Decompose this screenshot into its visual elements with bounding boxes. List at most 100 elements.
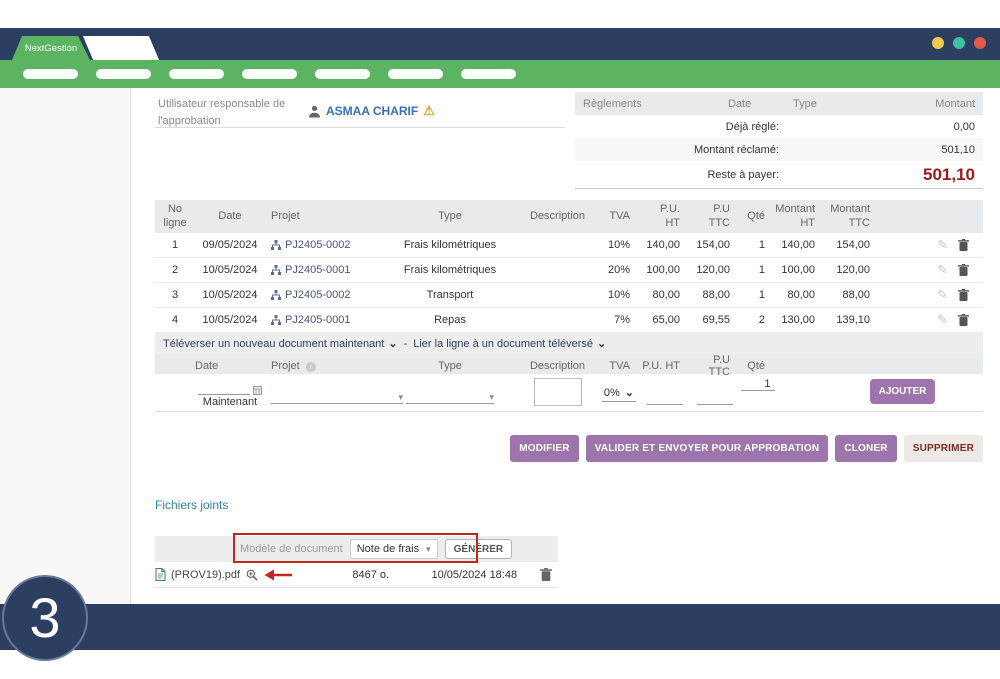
nav-item-placeholder[interactable] — [461, 69, 516, 79]
type-select[interactable]: ▾ — [406, 388, 494, 404]
cell-date: 10/05/2024 — [195, 283, 265, 307]
cell-tva: 7% — [595, 308, 640, 332]
new-line-form: Maintenant ▾ ▾ 0% ⌄ 1 — [155, 374, 983, 412]
reglements-col-type: Type — [785, 98, 880, 110]
ghost-tab[interactable] — [83, 36, 159, 60]
cell-date: 10/05/2024 — [195, 308, 265, 332]
delete-icon[interactable] — [958, 289, 969, 301]
col-date: Date — [195, 360, 265, 372]
brand-tab[interactable]: NextGestion — [12, 36, 90, 60]
template-value: Note de frais — [357, 543, 419, 555]
cell-description — [520, 308, 595, 332]
summary-value-total: 501,10 — [787, 165, 983, 185]
nav-item-placeholder[interactable] — [388, 69, 443, 79]
col-description: Description — [520, 360, 595, 372]
tva-select[interactable]: 0% ⌄ — [602, 386, 636, 402]
project-link[interactable]: PJ2405-0002 — [285, 289, 350, 301]
attachment-date: 10/05/2024 18:48 — [389, 569, 517, 581]
delete-icon[interactable] — [958, 314, 969, 326]
main-actions: MODIFIER VALIDER ET ENVOYER POUR APPROBA… — [510, 435, 983, 462]
window-controls — [932, 37, 986, 49]
generate-button[interactable]: GÉNÉRER — [445, 539, 512, 559]
nav-item-placeholder[interactable] — [23, 69, 78, 79]
tva-field: 0% ⌄ — [595, 374, 640, 402]
date-input[interactable] — [198, 380, 250, 395]
upload-new-document-toggle[interactable]: Téléverser un nouveau document maintenan… — [163, 337, 398, 350]
col-qte: Qté — [740, 360, 775, 372]
attachment-link[interactable]: (PROV19).pdf — [171, 569, 240, 581]
cell-qte: 1 — [740, 258, 775, 282]
edit-icon[interactable]: ✎ — [937, 312, 948, 328]
link-document-toggle[interactable]: Lier la ligne à un document téléversé ⌄ — [413, 337, 606, 350]
description-textarea[interactable] — [534, 378, 582, 406]
step-number: 3 — [29, 590, 60, 646]
col-montant-ht: Montant HT — [775, 200, 825, 233]
sidebar — [0, 88, 131, 604]
cell-actions: ✎ — [880, 283, 983, 307]
cell-actions: ✎ — [880, 308, 983, 332]
cell-qte: 1 — [740, 233, 775, 257]
chevron-down-icon: ⌄ — [625, 386, 634, 399]
cell-projet: PJ2405-0002 — [265, 233, 380, 257]
cell-tva: 20% — [595, 258, 640, 282]
bottom-band — [0, 604, 1000, 650]
col-type: Type — [380, 200, 520, 233]
description-field — [520, 374, 595, 406]
warning-icon: ⚠ — [423, 103, 435, 119]
table-row: 3 10/05/2024 PJ2405-0002 Transport 10% 8… — [155, 283, 983, 308]
project-link[interactable]: PJ2405-0001 — [285, 314, 350, 326]
col-pu-ht: P.U. HT — [640, 200, 690, 233]
delete-button[interactable]: SUPPRIMER — [904, 435, 983, 462]
summary-row-reste-a-payer: Reste à payer: 501,10 — [575, 161, 983, 189]
col-actions — [880, 200, 983, 233]
projet-field: ▾ — [265, 374, 380, 404]
approver-label: Utilisateur responsable de l'approbation — [158, 96, 313, 129]
nav-item-placeholder[interactable] — [315, 69, 370, 79]
cell-no: 1 — [155, 233, 195, 257]
reglements-col-date: Date — [720, 98, 785, 110]
project-link[interactable]: PJ2405-0002 — [285, 239, 350, 251]
nav-item-placeholder[interactable] — [242, 69, 297, 79]
validate-send-button[interactable]: VALIDER ET ENVOYER POUR APPROBATION — [586, 435, 829, 462]
tva-value: 0% — [604, 387, 620, 399]
approver-name-link[interactable]: ASMAA CHARIF — [326, 104, 418, 118]
qte-input[interactable]: 1 — [741, 378, 775, 391]
col-projet: Projet — [265, 200, 380, 233]
nav-item-placeholder[interactable] — [169, 69, 224, 79]
summary-row-deja-regle: Déjà réglé: 0,00 — [575, 115, 983, 138]
attachments-title: Fichiers joints — [155, 498, 228, 512]
template-select[interactable]: Note de frais ▾ — [350, 539, 438, 559]
modify-button[interactable]: MODIFIER — [510, 435, 579, 462]
pu-ttc-input[interactable] — [697, 390, 733, 405]
date-value: Maintenant — [203, 396, 257, 408]
project-link[interactable]: PJ2405-0001 — [285, 264, 350, 276]
cell-montant-ht: 80,00 — [775, 283, 825, 307]
window-titlebar: NextGestion — [0, 28, 1000, 60]
minimize-dot[interactable] — [932, 37, 944, 49]
cell-pu-ht: 140,00 — [640, 233, 690, 257]
delete-attachment-icon[interactable] — [540, 568, 552, 581]
cell-type: Repas — [380, 308, 520, 332]
edit-icon[interactable]: ✎ — [937, 262, 948, 278]
pu-ht-input[interactable] — [647, 390, 683, 405]
delete-icon[interactable] — [958, 239, 969, 251]
cell-type: Transport — [380, 283, 520, 307]
add-line-button[interactable]: AJOUTER — [870, 379, 935, 404]
clone-button[interactable]: CLONER — [835, 435, 896, 462]
edit-icon[interactable]: ✎ — [937, 237, 948, 253]
pu-ht-field — [640, 374, 690, 405]
datetime-picker-icon[interactable] — [253, 386, 262, 395]
divider — [155, 127, 565, 128]
cell-montant-ht: 100,00 — [775, 258, 825, 282]
preview-magnifier-icon[interactable] — [246, 569, 258, 581]
maximize-dot[interactable] — [953, 37, 965, 49]
cell-qte: 1 — [740, 283, 775, 307]
delete-icon[interactable] — [958, 264, 969, 276]
cell-type: Frais kilométriques — [380, 258, 520, 282]
edit-icon[interactable]: ✎ — [937, 287, 948, 303]
nav-item-placeholder[interactable] — [96, 69, 151, 79]
cell-qte: 2 — [740, 308, 775, 332]
attachment-row: (PROV19).pdf 8467 o. 10/05/2024 18:48 — [155, 562, 558, 588]
close-dot[interactable] — [974, 37, 986, 49]
user-icon — [308, 105, 321, 118]
